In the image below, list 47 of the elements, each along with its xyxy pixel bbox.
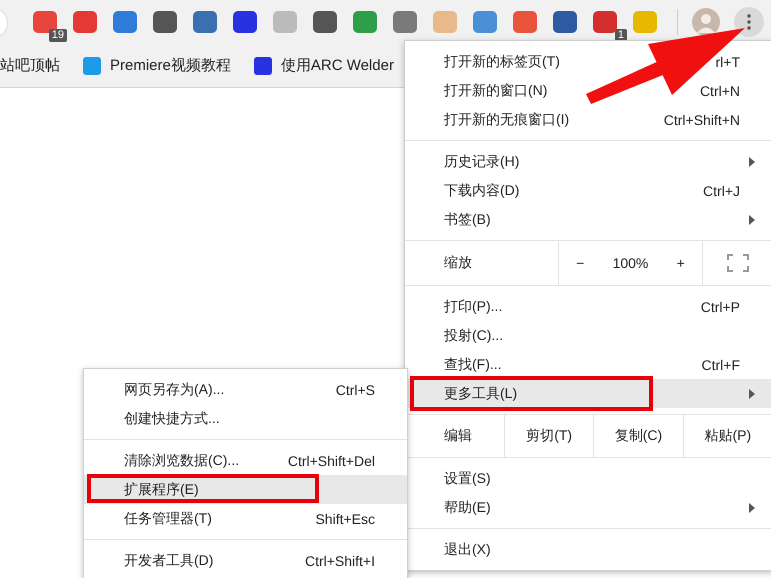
menu-item[interactable]: 设置(S)	[405, 464, 771, 493]
menu-button[interactable]	[734, 7, 764, 37]
extension-icon[interactable]	[73, 11, 97, 33]
menu-item[interactable]: 退出(X)	[405, 535, 771, 564]
menu-item[interactable]: 打印(P)... Ctrl+P	[405, 292, 771, 321]
bookmark-link[interactable]: Premiere视频教程	[110, 56, 231, 75]
menu-item[interactable]: 历史记录(H)	[405, 147, 771, 176]
menu-item[interactable]: 打开新的无痕窗口(I) Ctrl+Shift+N	[405, 105, 771, 134]
bookmark-link[interactable]: 使用ARC Welder	[280, 56, 394, 75]
edit-label: 编辑	[443, 426, 473, 445]
menu-item[interactable]: 开发者工具(D) Ctrl+Shift+I	[84, 546, 407, 575]
bookmark-link[interactable]: 站吧顶帖	[0, 56, 60, 75]
menu-icon	[747, 14, 751, 30]
zoom-value: 100%	[612, 255, 648, 271]
extension-icon[interactable]	[393, 11, 417, 33]
edit-button[interactable]: 粘贴(P)	[682, 415, 771, 457]
menu-item[interactable]: 清除浏览数据(C)... Ctrl+Shift+Del	[84, 446, 407, 475]
menu-item[interactable]: 查找(F)... Ctrl+F	[405, 350, 771, 379]
menu-item[interactable]: 打开新的窗口(N) Ctrl+N	[405, 76, 771, 105]
zoom-label: 缩放	[443, 253, 473, 272]
menu-item[interactable]: 投射(C)...	[405, 321, 771, 350]
extension-icon[interactable]	[553, 11, 577, 33]
extension-icon[interactable]	[353, 11, 377, 33]
zoom-in-button[interactable]: +	[670, 255, 691, 271]
extension-icon[interactable]	[113, 11, 137, 33]
edit-button[interactable]: 剪切(T)	[504, 415, 594, 457]
menu-item[interactable]: 书签(B)	[405, 205, 771, 234]
menu-item[interactable]: 打开新的标签页(T) rl+T	[405, 47, 771, 76]
menu-item[interactable]: 任务管理器(T) Shift+Esc	[84, 504, 407, 533]
extension-icon[interactable]	[593, 11, 617, 33]
menu-item[interactable]: 帮助(E)	[405, 493, 771, 522]
extension-icon[interactable]	[193, 11, 217, 33]
extension-icon[interactable]	[153, 11, 177, 33]
edit-button[interactable]: 复制(C)	[593, 415, 683, 457]
avatar-icon[interactable]	[692, 8, 720, 36]
menu-item[interactable]: 更多工具(L)	[405, 379, 771, 408]
extension-icon[interactable]	[473, 11, 497, 33]
menu-item[interactable]: 下载内容(D) Ctrl+J	[405, 176, 771, 205]
fullscreen-icon	[726, 254, 748, 272]
menu-item[interactable]: 网页另存为(A)... Ctrl+S	[84, 375, 407, 404]
extension-icon[interactable]	[313, 11, 337, 33]
extension-icon[interactable]	[233, 11, 257, 33]
count-badge: 19	[48, 29, 67, 42]
extension-icon[interactable]	[513, 11, 537, 33]
zoom-out-button[interactable]: −	[570, 255, 590, 271]
menu-item[interactable]: 创建快捷方式...	[84, 404, 407, 433]
menu-item[interactable]: 扩展程序(E)	[84, 475, 407, 504]
